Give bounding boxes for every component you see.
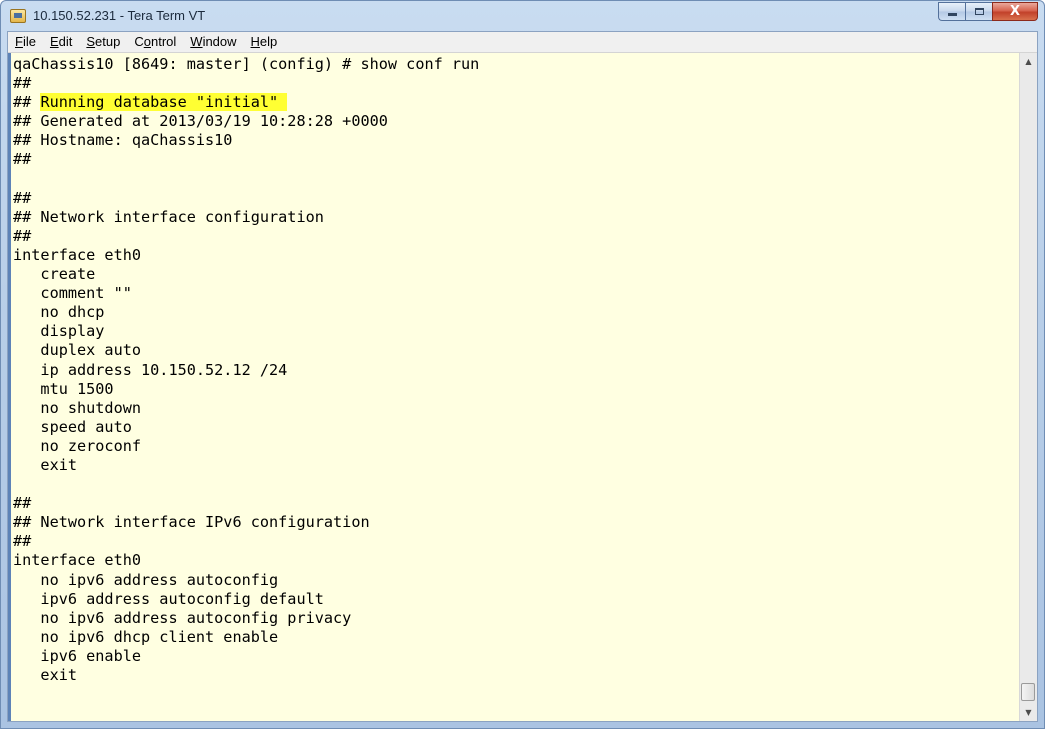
- terminal-line: create: [13, 265, 96, 284]
- line-prefix: ##: [13, 93, 41, 112]
- menu-help[interactable]: Help: [244, 32, 285, 52]
- terminal-line: ## Hostname: qaChassis10: [13, 131, 233, 150]
- terminal-line: ## Network interface configuration: [13, 207, 324, 226]
- close-button[interactable]: X: [992, 2, 1038, 21]
- terminal-line: duplex auto: [13, 341, 142, 360]
- terminal-line: interface eth0: [13, 551, 142, 570]
- tera-term-icon[interactable]: [10, 9, 26, 23]
- terminal-line: exit: [13, 455, 78, 474]
- terminal-line: comment "": [13, 284, 132, 303]
- terminal-line: ##: [13, 150, 32, 169]
- terminal-line: ##: [13, 226, 32, 245]
- close-icon: X: [1009, 4, 1021, 19]
- terminal-line: ipv6 enable: [13, 646, 142, 665]
- scroll-down-arrow-icon[interactable]: ▼: [1020, 704, 1037, 721]
- terminal-line: no ipv6 address autoconfig privacy: [13, 608, 352, 627]
- terminal-screen[interactable]: qaChassis10 [8649: master] (config) # sh…: [8, 53, 1020, 721]
- terminal-line: exit: [13, 666, 78, 684]
- terminal-line: no dhcp: [13, 303, 105, 322]
- caption-buttons: X: [938, 2, 1038, 22]
- client-area: File Edit Setup Control Window Help qaCh…: [7, 31, 1038, 722]
- terminal-line: ipv6 address autoconfig default: [13, 589, 324, 608]
- terminal-line: ## Network interface IPv6 configuration: [13, 513, 370, 532]
- terminal-line: no ipv6 dhcp client enable: [13, 627, 279, 646]
- window-title: 10.150.52.231 - Tera Term VT: [33, 8, 206, 23]
- terminal-line: ##: [13, 532, 32, 551]
- menu-window[interactable]: Window: [183, 32, 243, 52]
- terminal-line: ip address 10.150.52.12 /24: [13, 360, 288, 379]
- terminal-line: display: [13, 322, 105, 341]
- menu-bar: File Edit Setup Control Window Help: [8, 32, 1037, 53]
- terminal-line: speed auto: [13, 417, 132, 436]
- minimize-button[interactable]: [938, 2, 965, 21]
- menu-setup[interactable]: Setup: [79, 32, 127, 52]
- terminal-line: ##: [13, 494, 32, 513]
- terminal-line: ##: [13, 188, 32, 207]
- terminal-window: 10.150.52.231 - Tera Term VT X File Edit…: [0, 0, 1045, 729]
- scroll-up-arrow-icon[interactable]: ▲: [1020, 53, 1037, 70]
- terminal-line: ##: [13, 74, 32, 93]
- terminal-line: no ipv6 address autoconfig: [13, 570, 279, 589]
- vertical-scrollbar[interactable]: ▲ ▼: [1019, 53, 1037, 721]
- terminal-line: interface eth0: [13, 245, 142, 264]
- minimize-icon: [947, 13, 957, 16]
- terminal-line: ## Running database "initial": [13, 93, 1020, 112]
- menu-edit[interactable]: Edit: [43, 32, 79, 52]
- maximize-button[interactable]: [965, 2, 992, 21]
- terminal-line: ## Generated at 2013/03/19 10:28:28 +000…: [13, 112, 388, 131]
- title-bar[interactable]: 10.150.52.231 - Tera Term VT X: [1, 1, 1044, 31]
- terminal-line: no zeroconf: [13, 436, 142, 455]
- highlighted-text: Running database "initial": [40, 93, 288, 112]
- terminal-line: mtu 1500: [13, 379, 114, 398]
- terminal-output: qaChassis10 [8649: master] (config) # sh…: [11, 53, 1020, 685]
- scrollbar-thumb[interactable]: [1021, 683, 1035, 701]
- menu-control[interactable]: Control: [127, 32, 183, 52]
- menu-file[interactable]: File: [8, 32, 43, 52]
- terminal-line: qaChassis10 [8649: master] (config) # sh…: [13, 55, 480, 73]
- maximize-icon: [974, 8, 984, 15]
- terminal-line: no shutdown: [13, 398, 142, 417]
